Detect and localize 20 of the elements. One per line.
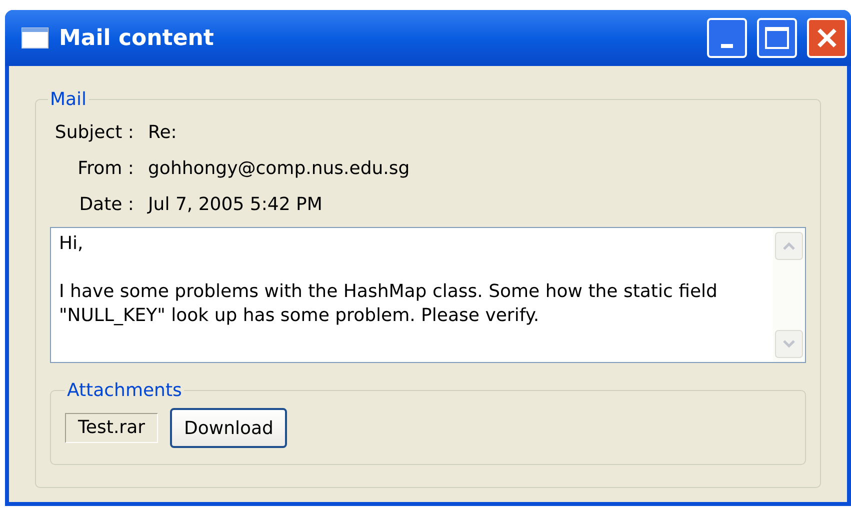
message-text: Hi, [59, 232, 84, 256]
close-button[interactable] [807, 18, 847, 58]
download-button[interactable]: Download [170, 408, 288, 448]
field-value: Re: [148, 120, 177, 144]
close-icon [815, 26, 839, 50]
field-label: Date : [78, 192, 134, 216]
message-text: I have some problems with the HashMap class. Some how the static field "NULL_KEY" look up has some problem. Please verify. [59, 280, 718, 328]
minimize-button[interactable] [707, 18, 747, 58]
minimize-icon [721, 44, 733, 48]
group-title: Attachments [66, 379, 183, 403]
file-name: Test.rar [65, 413, 158, 443]
field-value: Jul 7, 2005 5:42 PM [148, 192, 322, 216]
field-value: gohhongy@comp.nus.edu.sg [148, 156, 410, 180]
field-label: Subject : [54, 120, 134, 144]
maximize-icon [765, 27, 789, 49]
maximize-button[interactable] [757, 18, 797, 58]
window-title: Mail content [59, 24, 215, 52]
group-title: Mail [49, 88, 88, 112]
field-label: From : [76, 156, 134, 180]
window-icon [21, 27, 49, 49]
